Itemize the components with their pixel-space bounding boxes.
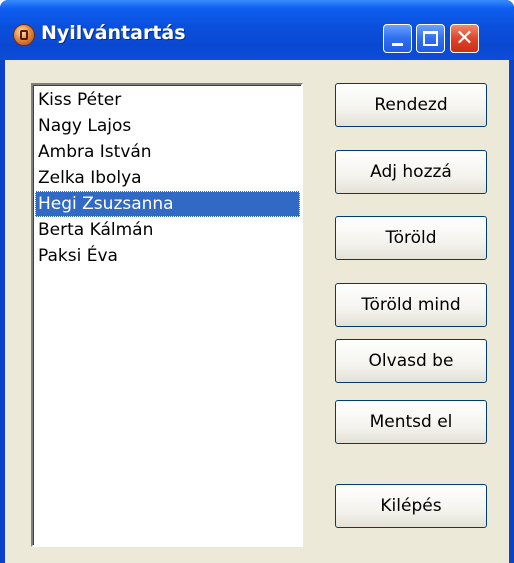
maximize-button[interactable] <box>416 24 445 53</box>
list-item-selected[interactable]: Hegi Zsuzsanna <box>35 191 300 217</box>
load-button[interactable]: Olvasd be <box>335 339 487 383</box>
title-bar[interactable]: Nyilvántartás ✕ <box>0 0 514 60</box>
names-list: Kiss Péter Nagy Lajos Ambra István Zelka… <box>33 85 301 269</box>
save-button[interactable]: Mentsd el <box>335 400 487 444</box>
list-item[interactable]: Nagy Lajos <box>35 113 300 139</box>
list-item[interactable]: Paksi Éva <box>35 243 300 269</box>
names-listbox[interactable]: Kiss Péter Nagy Lajos Ambra István Zelka… <box>31 83 303 547</box>
minimize-icon <box>392 43 403 46</box>
close-button[interactable]: ✕ <box>450 24 479 53</box>
delete-all-button[interactable]: Töröld mind <box>335 283 487 327</box>
close-icon: ✕ <box>455 26 474 51</box>
maximize-icon <box>423 31 438 46</box>
delete-button[interactable]: Töröld <box>335 216 487 260</box>
add-button[interactable]: Adj hozzá <box>335 150 487 194</box>
main-window: Nyilvántartás ✕ Kiss Péter Nagy Lajos Am… <box>0 0 514 563</box>
dialog-body: Kiss Péter Nagy Lajos Ambra István Zelka… <box>5 60 509 563</box>
list-item[interactable]: Ambra István <box>35 139 300 165</box>
minimize-button[interactable] <box>383 24 412 53</box>
list-item[interactable]: Berta Kálmán <box>35 217 300 243</box>
app-icon[interactable] <box>13 24 35 46</box>
window-title: Nyilvántartás <box>41 22 186 44</box>
exit-button[interactable]: Kilépés <box>335 484 487 528</box>
sort-button[interactable]: Rendezd <box>335 83 487 127</box>
list-item[interactable]: Zelka Ibolya <box>35 165 300 191</box>
list-item[interactable]: Kiss Péter <box>35 87 300 113</box>
